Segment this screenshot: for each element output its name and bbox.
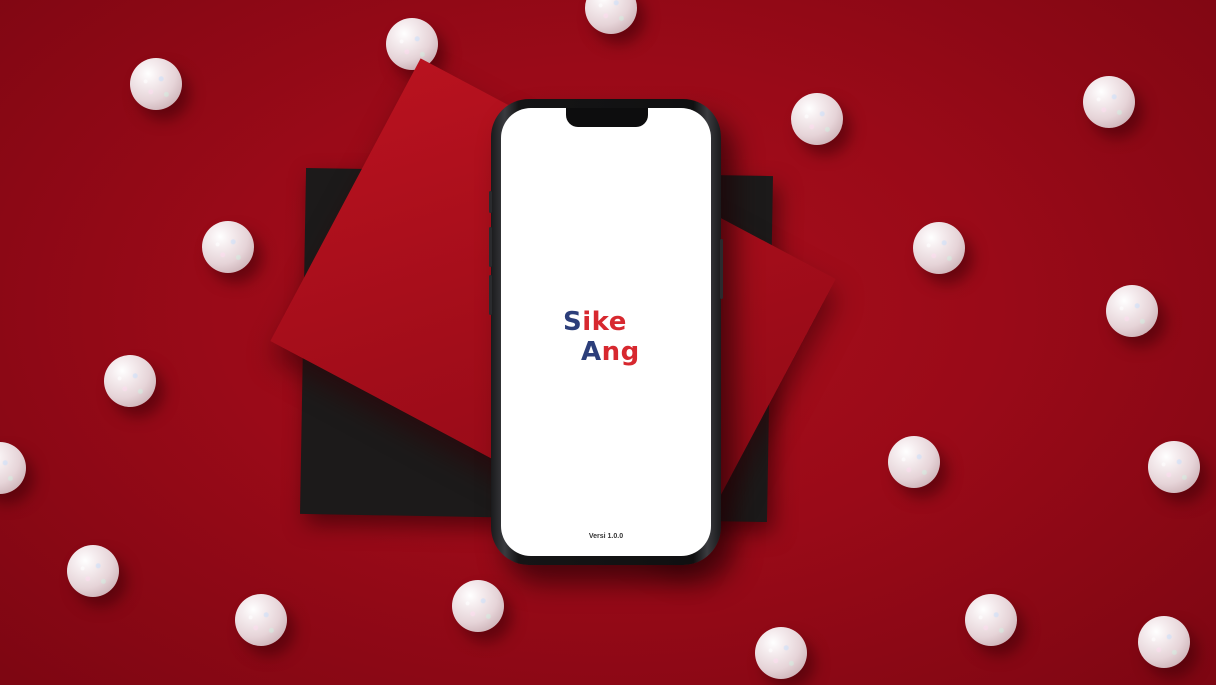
- background-scene: Sike Ang Versi 1.0.0: [0, 0, 1216, 685]
- pearl-decoration: [104, 355, 156, 407]
- pearl-decoration: [1106, 285, 1158, 337]
- volume-up-button: [489, 227, 492, 267]
- pearl-decoration: [965, 594, 1017, 646]
- pearl-decoration: [130, 58, 182, 110]
- pearl-decoration: [386, 18, 438, 70]
- pearl-decoration: [67, 545, 119, 597]
- pearl-decoration: [235, 594, 287, 646]
- app-logo: Sike Ang: [563, 307, 673, 367]
- power-button: [720, 239, 723, 299]
- logo-line-1: Sike: [563, 307, 673, 337]
- pearl-decoration: [913, 222, 965, 274]
- silent-switch: [489, 191, 492, 213]
- phone-device: Sike Ang Versi 1.0.0: [489, 99, 723, 565]
- volume-down-button: [489, 275, 492, 315]
- camera-notch: [566, 108, 648, 127]
- pearl-decoration: [791, 93, 843, 145]
- pearl-decoration: [1148, 441, 1200, 493]
- version-label: Versi 1.0.0: [588, 533, 624, 540]
- logo-letter-s: S: [563, 307, 583, 337]
- pearl-decoration: [888, 436, 940, 488]
- logo-letters-ike: ike: [582, 307, 627, 337]
- pearl-decoration: [585, 0, 637, 34]
- pearl-decoration: [0, 442, 26, 494]
- pearl-decoration: [1083, 76, 1135, 128]
- app-splash-screen[interactable]: Sike Ang Versi 1.0.0: [501, 108, 711, 556]
- logo-letters-ng: ng: [601, 337, 640, 367]
- pearl-decoration: [202, 221, 254, 273]
- pearl-decoration: [452, 580, 504, 632]
- pearl-decoration: [1138, 616, 1190, 668]
- logo-line-2: Ang: [563, 337, 673, 367]
- pearl-decoration: [755, 627, 807, 679]
- logo-letter-a: A: [581, 337, 602, 367]
